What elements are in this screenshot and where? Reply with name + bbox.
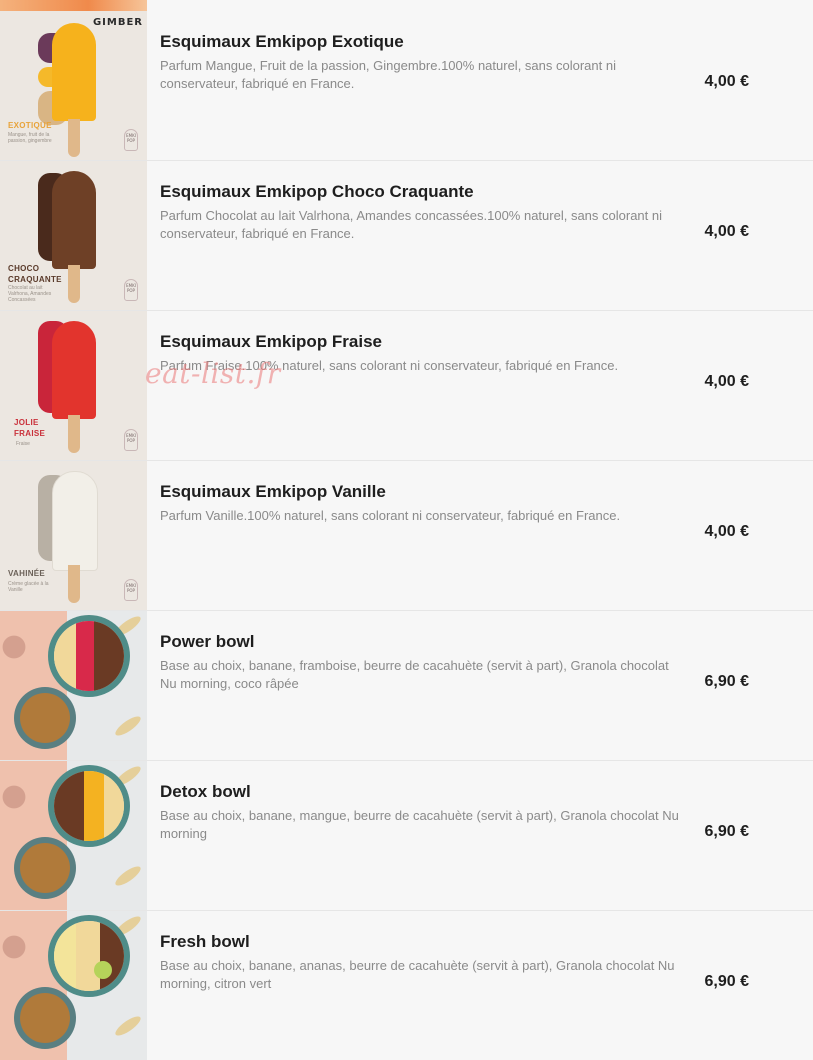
- menu-list: GIMBER EXOTIQUE Mangue, fruit de la pass…: [0, 11, 813, 1060]
- item-price: 4,00 €: [704, 73, 749, 90]
- item-title[interactable]: Detox bowl: [160, 781, 685, 803]
- popsicle: [52, 321, 96, 419]
- menu-item[interactable]: JOLIE FRAISE Fraise EMKI POP Esquimaux E…: [0, 311, 813, 461]
- menu-item[interactable]: VAHINÉE Crème glacée à la Vanille EMKI P…: [0, 461, 813, 611]
- menu-item[interactable]: Power bowl Base au choix, banane, frambo…: [0, 611, 813, 761]
- item-description: Parfum Fraise.100% naturel, sans coloran…: [160, 358, 619, 373]
- item-description: Base au choix, banane, framboise, beurre…: [160, 658, 669, 691]
- item-price: 4,00 €: [704, 223, 749, 240]
- acai-bowl: [48, 615, 130, 697]
- item-title[interactable]: Esquimaux Emkipop Fraise: [160, 331, 685, 353]
- item-info: Fresh bowl Base au choix, banane, ananas…: [160, 931, 685, 993]
- popsicle: [52, 171, 96, 269]
- acai-bowl: [48, 915, 130, 997]
- item-description: Parfum Vanille.100% naturel, sans colora…: [160, 508, 621, 523]
- item-price: 4,00 €: [704, 523, 749, 540]
- product-image: JOLIE FRAISE Fraise EMKI POP: [0, 311, 147, 460]
- item-info: Esquimaux Emkipop Fraise Parfum Fraise.1…: [160, 331, 685, 375]
- menu-item[interactable]: CHOCO CRAQUANTE Chocolat au lait Valrhon…: [0, 161, 813, 311]
- popsicle-stick: [68, 565, 80, 603]
- item-description: Base au choix, banane, ananas, beurre de…: [160, 958, 675, 991]
- item-description: Base au choix, banane, mangue, beurre de…: [160, 808, 679, 841]
- popsicle-stick: [68, 119, 80, 157]
- emkipop-logo: EMKI POP: [124, 279, 138, 301]
- item-title[interactable]: Power bowl: [160, 631, 685, 653]
- dried-flower: [0, 781, 28, 821]
- acai-bowl: [48, 765, 130, 847]
- product-image: [0, 911, 147, 1060]
- previous-item-image: [0, 0, 147, 11]
- popsicle-stick: [68, 415, 80, 453]
- dried-flower: [0, 631, 28, 671]
- item-info: Esquimaux Emkipop Exotique Parfum Mangue…: [160, 31, 685, 93]
- item-price: 4,00 €: [704, 373, 749, 390]
- emkipop-logo: EMKI POP: [124, 429, 138, 451]
- menu-item[interactable]: Detox bowl Base au choix, banane, mangue…: [0, 761, 813, 911]
- item-title[interactable]: Fresh bowl: [160, 931, 685, 953]
- flavor-sub: Crème glacée à la Vanille: [8, 581, 49, 593]
- flavor-sub: Mangue, fruit de la passion, gingembre: [8, 132, 52, 144]
- item-info: Detox bowl Base au choix, banane, mangue…: [160, 781, 685, 843]
- flavor-label: VAHINÉE: [8, 569, 46, 578]
- item-title[interactable]: Esquimaux Emkipop Choco Craquante: [160, 181, 685, 203]
- emkipop-logo: EMKI POP: [124, 129, 138, 151]
- flavor-label: EXOTIQUE: [8, 121, 52, 130]
- peanut-butter-bowl: [14, 837, 76, 899]
- item-info: Esquimaux Emkipop Choco Craquante Parfum…: [160, 181, 685, 243]
- item-price: 6,90 €: [704, 973, 749, 990]
- item-price: 6,90 €: [704, 823, 749, 840]
- item-price: 6,90 €: [704, 673, 749, 690]
- popsicle: [52, 23, 96, 121]
- peanut-butter-bowl: [14, 987, 76, 1049]
- popsicle: [52, 471, 98, 571]
- product-image: VAHINÉE Crème glacée à la Vanille EMKI P…: [0, 461, 147, 610]
- flavor-label: JOLIE FRAISE: [14, 418, 46, 438]
- item-description: Parfum Mangue, Fruit de la passion, Ging…: [160, 58, 616, 91]
- dried-flower: [0, 931, 28, 971]
- menu-item[interactable]: GIMBER EXOTIQUE Mangue, fruit de la pass…: [0, 11, 813, 161]
- item-info: Esquimaux Emkipop Vanille Parfum Vanille…: [160, 481, 685, 525]
- peanut-butter-bowl: [14, 687, 76, 749]
- flavor-sub: Fraise: [16, 441, 30, 447]
- item-title[interactable]: Esquimaux Emkipop Exotique: [160, 31, 685, 53]
- product-image: [0, 761, 147, 910]
- flavor-sub: Chocolat au lait Valrhona, Amandes Conca…: [8, 285, 52, 303]
- flavor-label: CHOCO CRAQUANTE: [8, 264, 62, 284]
- menu-item[interactable]: Fresh bowl Base au choix, banane, ananas…: [0, 911, 813, 1060]
- product-image: CHOCO CRAQUANTE Chocolat au lait Valrhon…: [0, 161, 147, 310]
- product-image: [0, 611, 147, 760]
- item-title[interactable]: Esquimaux Emkipop Vanille: [160, 481, 685, 503]
- item-info: Power bowl Base au choix, banane, frambo…: [160, 631, 685, 693]
- emkipop-logo: EMKI POP: [124, 579, 138, 601]
- item-description: Parfum Chocolat au lait Valrhona, Amande…: [160, 208, 662, 241]
- brand-logo: GIMBER: [92, 17, 143, 28]
- product-image: GIMBER EXOTIQUE Mangue, fruit de la pass…: [0, 11, 147, 160]
